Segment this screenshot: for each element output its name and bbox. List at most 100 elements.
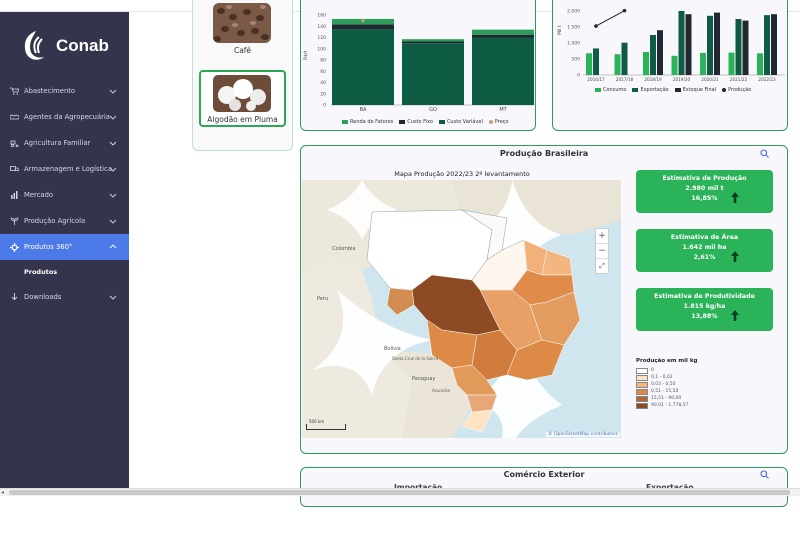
chevron-down-icon bbox=[109, 219, 117, 224]
x-tick-label: MT bbox=[499, 107, 507, 113]
producao-brasileira-card: Produção Brasileira Mapa Produção 2022/2… bbox=[300, 145, 788, 454]
bar bbox=[650, 35, 656, 75]
sidebar-item-downloads[interactable]: Downloads bbox=[0, 284, 129, 310]
y-tick-label: 1.000 bbox=[567, 41, 580, 47]
reset-view-icon[interactable]: ⤢ bbox=[596, 258, 608, 273]
balance-chart-legend: Consumo Exportação Estoque Final Produçã… bbox=[595, 87, 751, 93]
balance-chart-card: Mil t 2.000 1.500 1.000 500 0 2016/17 2017/18 20… bbox=[552, 0, 788, 131]
bar bbox=[757, 53, 763, 75]
chevron-down-icon bbox=[109, 295, 117, 300]
product-cafe-image[interactable] bbox=[213, 3, 271, 43]
kpi-value: 1.642 mil ha bbox=[682, 244, 727, 251]
kpi-value: 2.980 mil t bbox=[685, 185, 724, 192]
comercio-exterior-card: Comércio Exterior Importação Exportação bbox=[300, 467, 788, 507]
zoom-out-button[interactable]: − bbox=[596, 243, 608, 258]
sidebar-item-produtos-360[interactable]: Produtos 360° bbox=[0, 234, 129, 260]
legend-item: Estoque Final bbox=[674, 87, 716, 93]
chevron-down-icon bbox=[109, 141, 117, 146]
bar bbox=[685, 14, 692, 75]
legend-row: 0,1 - 0,02 bbox=[636, 374, 697, 381]
sidebar-item-agentes[interactable]: Agentes da Agropecuária bbox=[0, 104, 129, 130]
map-label-paraguay: Paraguay bbox=[412, 376, 435, 382]
map-attribution[interactable]: © OpenStreetMap contributors bbox=[546, 432, 620, 437]
balance-chart: Mil t 2.000 1.500 1.000 500 0 2016/17 2017/18 20… bbox=[557, 9, 785, 82]
product-algodao-card[interactable]: Algodão em Pluma bbox=[199, 70, 286, 127]
bar-segment bbox=[402, 43, 464, 105]
sidebar: Conab Abastecimento Agentes da Agropecuá… bbox=[0, 12, 129, 488]
search-icon[interactable] bbox=[760, 149, 769, 158]
sidebar-item-agricultura-familiar[interactable]: Agricultura Familiar bbox=[0, 130, 129, 156]
sidebar-item-label: Agentes da Agropecuária bbox=[24, 113, 110, 121]
bar-chart-icon bbox=[9, 190, 19, 200]
sidebar-item-producao-agricola[interactable]: Produção Agrícola bbox=[0, 208, 129, 234]
y-axis-label: R$/t bbox=[303, 50, 309, 60]
product-label: Algodão em Pluma bbox=[207, 115, 278, 124]
y-tick-label: 1.500 bbox=[567, 25, 580, 31]
production-map[interactable]: Colombia Peru Bolivia Paraguay Santa Cru… bbox=[302, 180, 621, 438]
y-tick-label: 2.000 bbox=[567, 9, 580, 15]
brand-logo[interactable]: Conab bbox=[22, 26, 109, 66]
legend-row: 0,03 - 0,50 bbox=[636, 381, 697, 388]
cost-chart-card: R$/t 160 140 120 100 80 60 40 20 0 BA GO MT Renda de… bbox=[300, 0, 536, 131]
production-point bbox=[594, 24, 598, 28]
kpi-producao: Estimativa de Produção 2.980 mil t 16,85… bbox=[636, 170, 773, 213]
scrollbar-thumb[interactable] bbox=[9, 490, 790, 495]
legend-item: Renda de Fatores bbox=[342, 119, 393, 125]
sidebar-item-label: Downloads bbox=[24, 293, 62, 301]
kpi-change: 16,85% bbox=[691, 195, 718, 202]
section-title: Produção Brasileira bbox=[499, 149, 589, 158]
sidebar-item-abastecimento[interactable]: Abastecimento bbox=[0, 78, 129, 104]
seedling-icon bbox=[9, 216, 19, 226]
section-title: Comércio Exterior bbox=[503, 470, 585, 479]
x-tick-label: 2018/19 bbox=[644, 77, 662, 82]
page: Conab Abastecimento Agentes da Agropecuá… bbox=[0, 0, 800, 533]
bar-segment bbox=[402, 41, 464, 44]
zoom-in-button[interactable]: + bbox=[596, 229, 608, 243]
product-algodao-image bbox=[213, 75, 271, 112]
bar bbox=[614, 54, 621, 75]
arrow-up-icon bbox=[731, 192, 739, 203]
scroll-left-icon[interactable]: ◂ bbox=[1, 489, 4, 496]
bar-segment bbox=[332, 24, 394, 30]
map-label-asuncion: Asunción bbox=[432, 388, 451, 393]
kpi-value: 1.815 kg/ha bbox=[683, 303, 726, 310]
x-tick-label: 2019/20 bbox=[673, 77, 691, 82]
price-point bbox=[361, 19, 365, 23]
chevron-down-icon bbox=[109, 115, 117, 120]
legend-item: Exportação bbox=[632, 87, 669, 93]
bar-segment bbox=[402, 39, 464, 42]
sidebar-item-label: Agricultura Familiar bbox=[24, 139, 91, 147]
product-selector: Café Algodão em Pluma bbox=[192, 0, 293, 151]
x-tick-label: BA bbox=[360, 107, 367, 113]
legend-row: 0 bbox=[636, 367, 697, 374]
y-axis-label: Mil t bbox=[557, 25, 563, 35]
map-label-santa-cruz: Santa Cruz de la Sierra bbox=[392, 356, 439, 361]
production-line bbox=[595, 10, 625, 27]
y-tick-label: 20 bbox=[320, 91, 326, 97]
y-tick-label: 120 bbox=[317, 35, 326, 41]
gear-icon bbox=[9, 242, 19, 252]
search-icon[interactable] bbox=[760, 470, 769, 479]
sidebar-item-label: Abastecimento bbox=[24, 87, 76, 95]
arrow-up-icon bbox=[731, 310, 739, 321]
y-tick-label: 60 bbox=[320, 69, 326, 75]
y-tick-label: 100 bbox=[317, 46, 326, 52]
map-zoom-controls: + − ⤢ bbox=[595, 228, 609, 274]
chevron-down-icon bbox=[109, 89, 117, 94]
kpi-produtividade: Estimativa de Produtividade 1.815 kg/ha … bbox=[636, 288, 773, 331]
bar bbox=[700, 52, 706, 75]
sidebar-item-mercado[interactable]: Mercado bbox=[0, 182, 129, 208]
sidebar-item-armazenagem[interactable]: Armazenagem e Logística bbox=[0, 156, 129, 182]
map-label-colombia: Colombia bbox=[332, 246, 356, 252]
horizontal-scrollbar[interactable]: ◂ bbox=[0, 488, 800, 496]
handshake-icon bbox=[9, 112, 19, 122]
y-tick-label: 0 bbox=[323, 103, 326, 109]
map-label-bolivia: Bolivia bbox=[384, 346, 401, 352]
brazil-map-svg: Colombia Peru Bolivia Paraguay Santa Cru… bbox=[302, 180, 621, 438]
sidebar-subitem-produtos[interactable]: Produtos bbox=[0, 260, 129, 284]
sidebar-item-label: Armazenagem e Logística bbox=[24, 165, 112, 173]
kpi-title: Estimativa de Produtividade bbox=[654, 293, 755, 300]
x-tick-label: 2017/18 bbox=[616, 77, 634, 82]
bar bbox=[714, 12, 720, 76]
product-label: Café bbox=[233, 46, 252, 55]
